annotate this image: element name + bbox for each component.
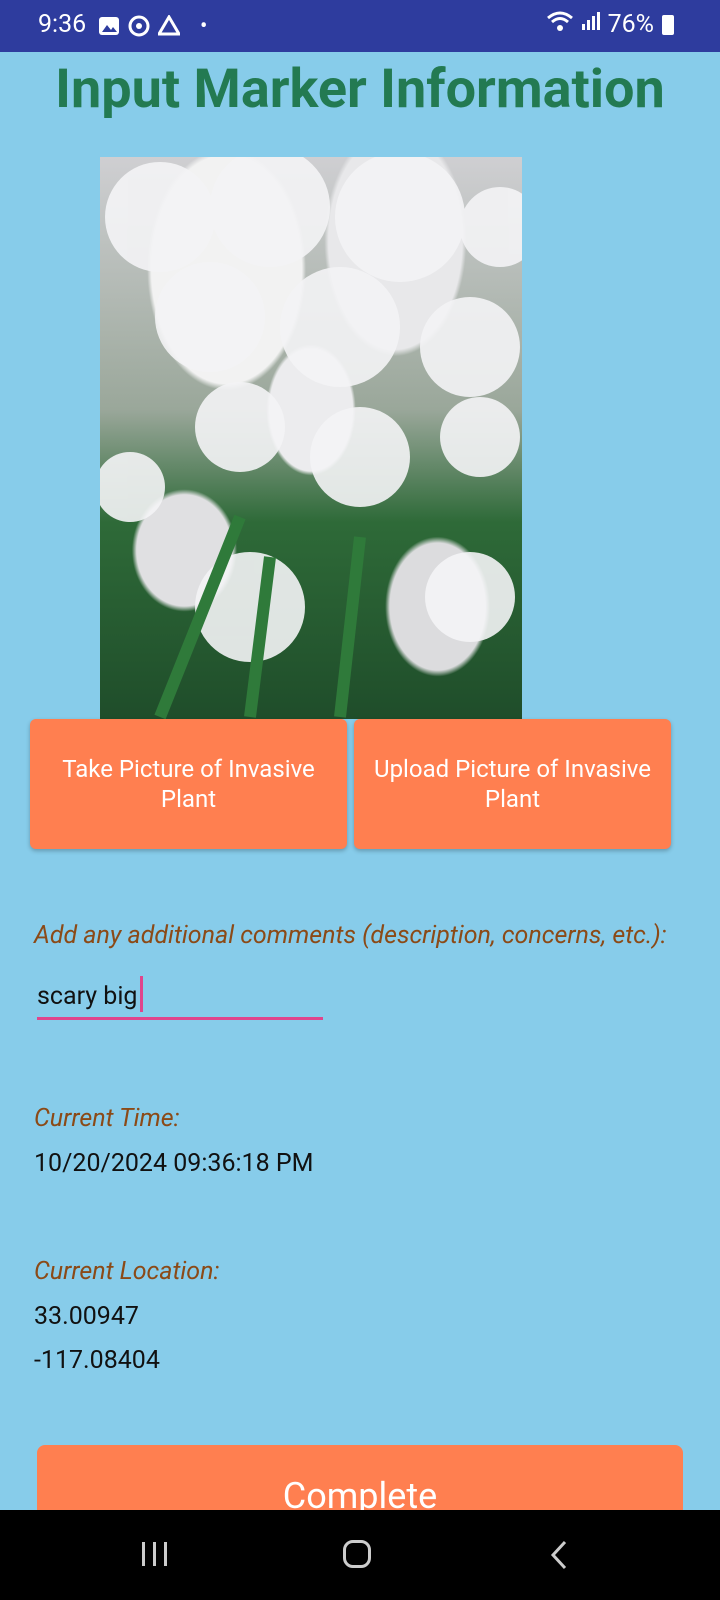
back-icon[interactable]	[549, 1540, 569, 1570]
wifi-icon	[546, 10, 574, 39]
text-cursor	[140, 976, 143, 1012]
page-title: Input Marker Information	[55, 58, 665, 121]
signal-icon	[580, 10, 602, 39]
home-icon[interactable]	[343, 1540, 371, 1568]
recents-icon[interactable]	[140, 1540, 170, 1568]
comments-label: Add any additional comments (description…	[34, 921, 667, 950]
current-time-value: 10/20/2024 09:36:18 PM	[34, 1149, 314, 1178]
longitude-value: -117.08404	[34, 1346, 160, 1375]
gallery-icon	[98, 15, 120, 37]
plant-photo	[100, 157, 522, 719]
sync-icon	[128, 15, 150, 37]
current-time-label: Current Time:	[34, 1104, 180, 1133]
current-location-label: Current Location:	[34, 1257, 220, 1286]
latitude-value: 33.00947	[34, 1302, 139, 1331]
battery-percent: 76%	[607, 10, 654, 39]
system-nav-bar	[0, 1510, 720, 1600]
upload-picture-button[interactable]: Upload Picture of Invasive Plant	[354, 719, 671, 849]
status-time: 9:36	[38, 10, 87, 39]
status-right: 76%	[546, 10, 674, 39]
status-bar: 9:36 • 76%	[0, 0, 720, 52]
drive-icon	[156, 14, 182, 37]
status-icons-left	[98, 14, 182, 37]
dot-icon: •	[200, 14, 208, 39]
comments-input[interactable]	[37, 975, 323, 1020]
battery-icon	[662, 14, 674, 35]
take-picture-button[interactable]: Take Picture of Invasive Plant	[30, 719, 347, 849]
